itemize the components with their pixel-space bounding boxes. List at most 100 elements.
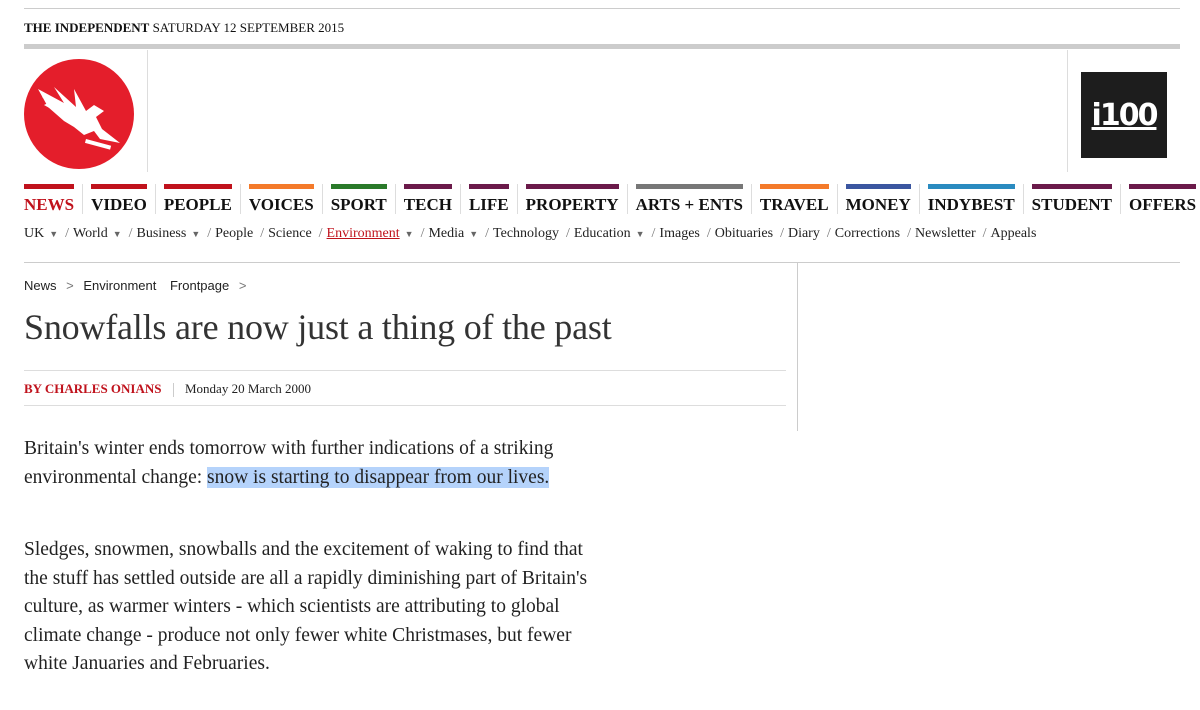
subnav-label: Business — [136, 226, 187, 241]
nav-item-money[interactable]: MONEY — [845, 184, 911, 215]
masthead-dateline: THE INDEPENDENT SATURDAY 12 SEPTEMBER 20… — [24, 20, 344, 36]
subnav-separator: / — [706, 226, 711, 241]
nav-separator — [1022, 184, 1024, 214]
subnav-item-corrections[interactable]: Corrections — [835, 226, 903, 241]
nav-label: PROPERTY — [525, 195, 619, 214]
subnav-label: Media — [428, 226, 465, 241]
byline-separator — [172, 383, 174, 398]
subnav-item-business[interactable]: Business ▼ — [137, 226, 204, 241]
subnav-item-science[interactable]: Science — [268, 226, 315, 241]
subnav-label: Education — [573, 226, 631, 241]
subnav-item-environment[interactable]: Environment ▼ — [327, 226, 417, 241]
subnav-separator: / — [420, 226, 425, 241]
subnav-item-media[interactable]: Media ▼ — [428, 226, 481, 241]
breadcrumb: News > Environment Frontpage > — [24, 278, 252, 293]
subnav-separator: / — [565, 226, 570, 241]
subnav-item-appeals[interactable]: Appeals — [991, 226, 1040, 241]
nav-separator — [836, 184, 838, 214]
i100-logo[interactable]: i100 — [1081, 72, 1167, 158]
byline: BY CHARLES ONIANS Monday 20 March 2000 — [24, 381, 311, 398]
subnav-label: Obituaries — [714, 226, 774, 241]
logo-container — [24, 50, 148, 172]
nav-separator — [82, 184, 84, 214]
breadcrumb-environment[interactable]: Environment — [83, 278, 156, 293]
masthead-bar — [24, 44, 1180, 49]
article-paragraph-1: Britain's winter ends tomorrow with furt… — [24, 435, 590, 492]
nav-label: INDYBEST — [927, 195, 1015, 214]
caret-down-icon[interactable]: ▼ — [405, 229, 414, 239]
subnav-separator: / — [780, 226, 784, 241]
subnav-item-world[interactable]: World ▼ — [73, 226, 125, 241]
i100-container: i100 — [1067, 50, 1181, 172]
nav-item-tech[interactable]: TECH — [403, 184, 452, 215]
subnav-item-technology[interactable]: Technology — [493, 226, 562, 241]
nav-separator — [918, 184, 920, 214]
subnav-label: Corrections — [834, 226, 901, 241]
masthead-date: SATURDAY 12 SEPTEMBER 2015 — [152, 20, 345, 35]
subnav-item-newsletter[interactable]: Newsletter — [915, 226, 979, 241]
nav-item-people[interactable]: PEOPLE — [163, 184, 232, 215]
breadcrumb-news[interactable]: News — [24, 278, 57, 293]
highlighted-text[interactable]: snow is starting to disappear from our l… — [207, 466, 550, 488]
column-divider — [797, 263, 798, 431]
eagle-logo-icon[interactable] — [24, 59, 134, 169]
nav-item-news[interactable]: NEWS — [24, 184, 75, 215]
breadcrumb-separator: > — [238, 278, 247, 293]
subnav-item-obituaries[interactable]: Obituaries — [715, 226, 776, 241]
nav-label: TRAVEL — [759, 195, 829, 214]
subnav-item-diary[interactable]: Diary — [788, 226, 823, 241]
nav-separator — [516, 184, 518, 214]
top-divider — [24, 8, 1180, 9]
nav-label: NEWS — [24, 195, 75, 214]
subnav-separator: / — [65, 226, 70, 241]
nav-item-property[interactable]: PROPERTY — [525, 184, 619, 215]
byline-divider-bottom — [24, 405, 786, 406]
nav-label: VIDEO — [91, 195, 147, 214]
caret-down-icon[interactable]: ▼ — [636, 229, 645, 239]
article-headline: Snowfalls are now just a thing of the pa… — [24, 307, 612, 347]
nav-item-voices[interactable]: VOICES — [248, 184, 314, 215]
subnav-separator: / — [907, 226, 911, 241]
subnav-label: Environment — [326, 226, 400, 241]
caret-down-icon[interactable]: ▼ — [469, 229, 478, 239]
subnav-label: Newsletter — [914, 226, 976, 241]
caret-down-icon[interactable]: ▼ — [191, 229, 200, 239]
nav-separator — [321, 184, 323, 214]
subnav-label: Images — [659, 226, 700, 241]
nav-label: ARTS + ENTS — [635, 195, 743, 214]
subnav-separator: / — [260, 226, 265, 241]
subnav-separator: / — [826, 226, 831, 241]
nav-item-arts-ents[interactable]: ARTS + ENTS — [635, 184, 743, 215]
subnav-separator: / — [651, 226, 656, 241]
nav-label: STUDENT — [1031, 195, 1112, 214]
sub-nav: UK ▼ / World ▼ / Business ▼ / People / Science / Envi… — [24, 226, 1039, 242]
subnav-item-uk[interactable]: UK ▼ — [24, 226, 61, 241]
nav-item-travel[interactable]: TRAVEL — [759, 184, 829, 215]
subnav-item-images[interactable]: Images — [659, 226, 702, 241]
nav-item-video[interactable]: VIDEO — [91, 184, 147, 215]
nav-item-student[interactable]: STUDENT — [1031, 184, 1112, 215]
breadcrumb-frontpage[interactable]: Frontpage — [170, 278, 229, 293]
author-link[interactable]: BY CHARLES ONIANS — [24, 381, 162, 396]
nav-separator — [239, 184, 241, 214]
subnav-divider — [24, 262, 1180, 263]
caret-down-icon[interactable]: ▼ — [49, 229, 58, 239]
byline-divider-top — [24, 370, 786, 371]
nav-item-offers[interactable]: OFFERS — [1128, 184, 1197, 215]
subnav-label: Appeals — [990, 226, 1037, 241]
nav-item-sport[interactable]: SPORT — [330, 184, 387, 215]
subnav-item-education[interactable]: Education ▼ — [574, 226, 648, 241]
subnav-label: People — [215, 226, 254, 241]
caret-down-icon[interactable]: ▼ — [113, 229, 122, 239]
subnav-label: Diary — [787, 226, 820, 241]
subnav-separator: / — [485, 226, 490, 241]
subnav-item-people[interactable]: People — [215, 226, 256, 241]
nav-item-life[interactable]: LIFE — [468, 184, 509, 215]
subnav-label: World — [73, 226, 108, 241]
subnav-separator: / — [207, 226, 212, 241]
nav-label: VOICES — [248, 195, 314, 214]
breadcrumb-separator: > — [66, 278, 74, 293]
nav-item-indybest[interactable]: INDYBEST — [927, 184, 1015, 215]
nav-label: OFFERS — [1128, 195, 1197, 214]
subnav-separator: / — [982, 226, 987, 241]
